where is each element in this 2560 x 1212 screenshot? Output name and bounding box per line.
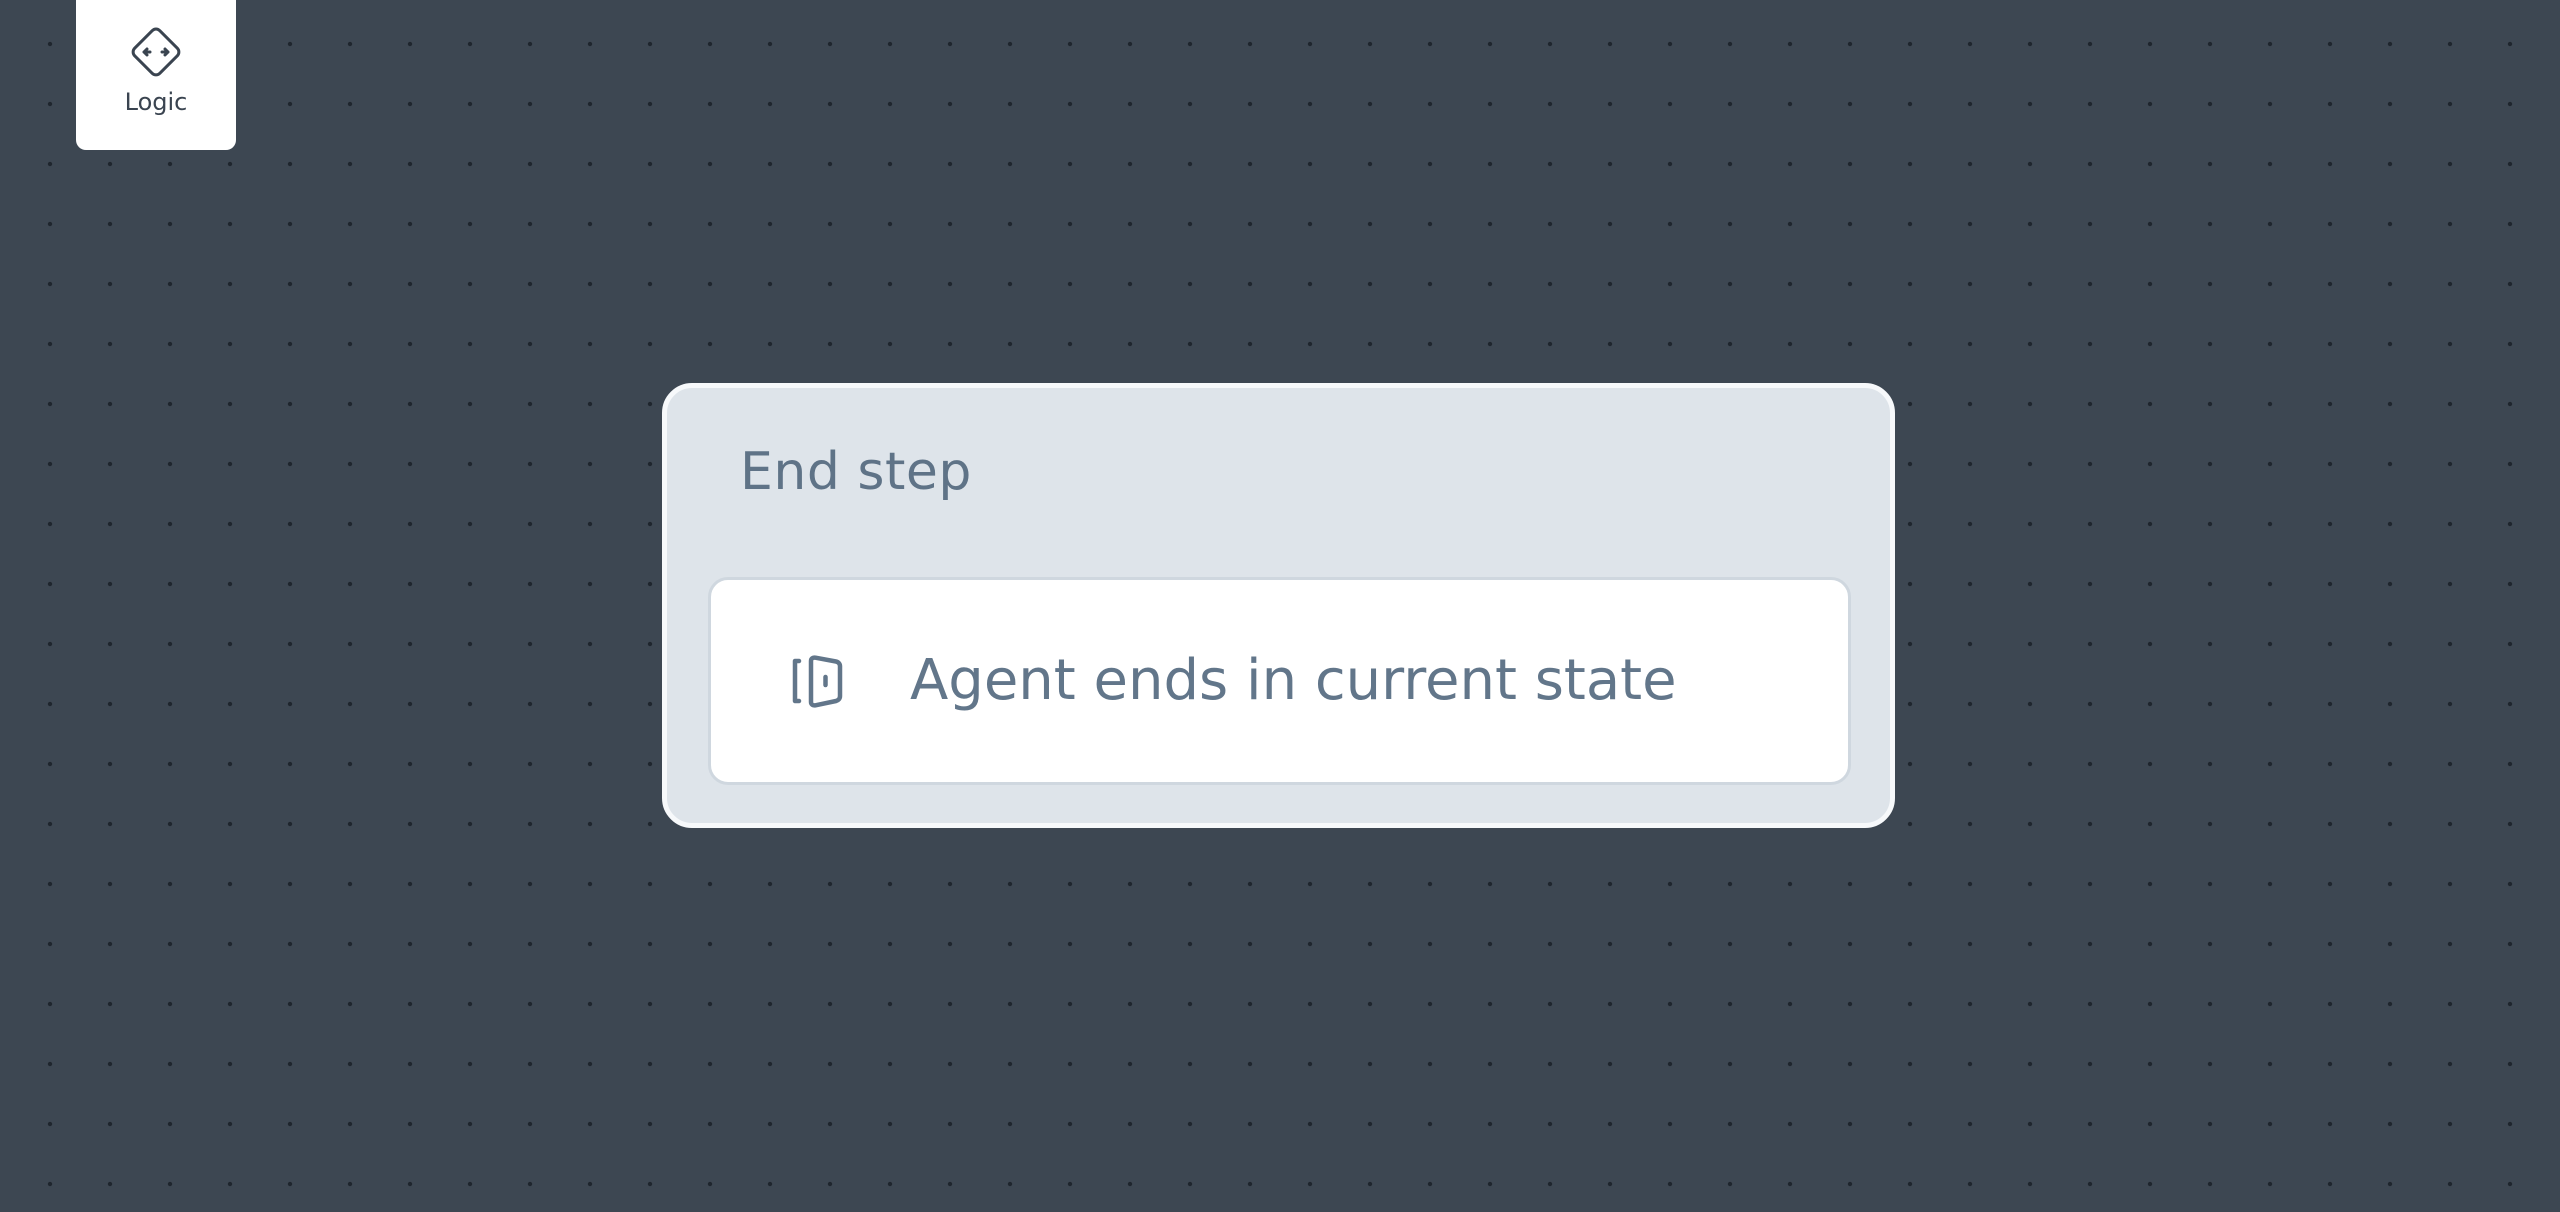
logic-label: Logic <box>124 88 188 116</box>
diamond-arrows-icon <box>131 27 181 77</box>
end-step-node[interactable]: End step Agent ends in current state <box>662 383 1895 828</box>
node-title: End step <box>740 442 972 502</box>
logic-tool-button[interactable]: Logic <box>76 0 236 150</box>
door-icon <box>792 655 843 708</box>
end-action-card[interactable]: Agent ends in current state <box>708 577 1851 785</box>
action-label: Agent ends in current state <box>910 648 1677 713</box>
